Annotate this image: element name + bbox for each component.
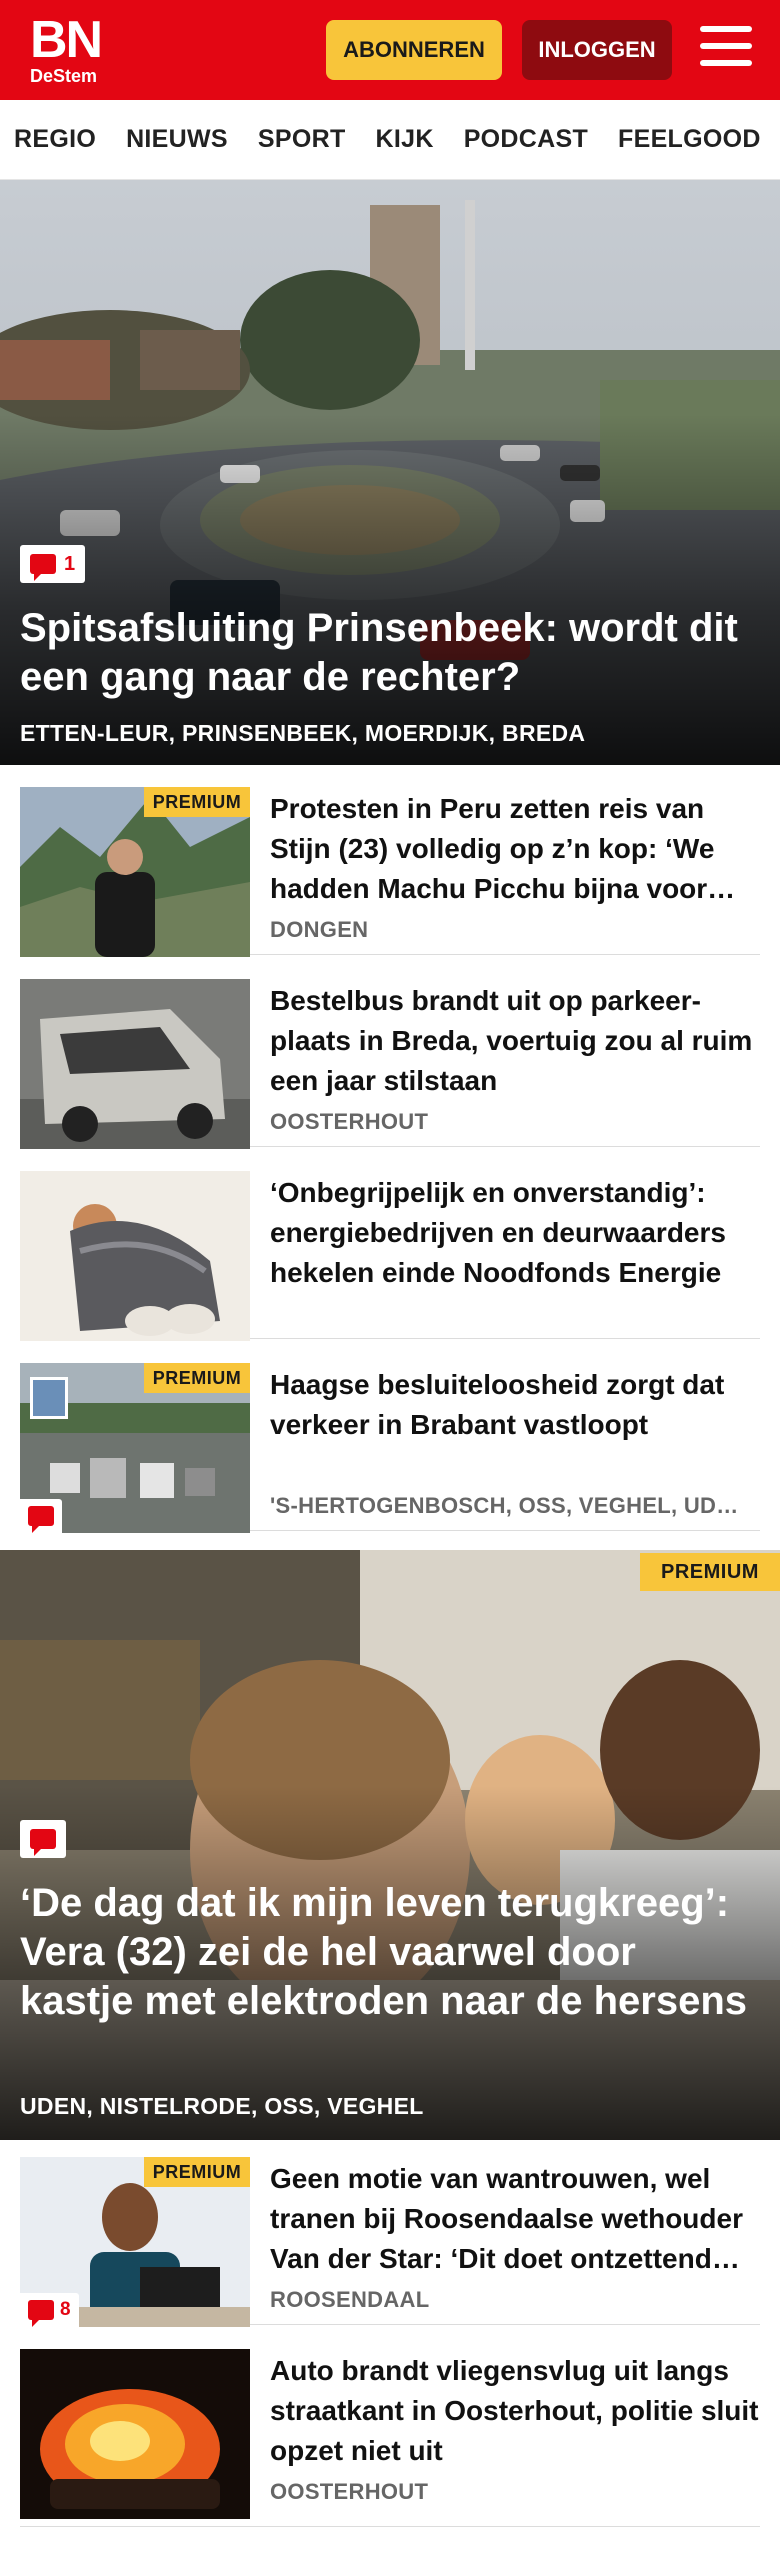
article-thumbnail: PREMIUM <box>20 787 250 957</box>
article-place: 'S-HERTOGENBOSCH, OSS, VEGHEL, UDEN <box>270 1493 740 1518</box>
hero-title[interactable]: ‘De dag dat ik mijn leven terugkreeg’: V… <box>20 1879 758 2026</box>
site-header: BN DeStem ABONNEREN INLOGGEN <box>0 0 780 100</box>
comment-badge[interactable] <box>20 1499 62 1533</box>
premium-badge: PREMIUM <box>144 787 250 817</box>
thumb-blanket <box>20 1171 250 1341</box>
list-item[interactable]: ‘Onbegrijpelijk en onverstandig’: energi… <box>20 1149 760 1341</box>
nav-item-nieuws[interactable]: NIEUWS <box>126 125 228 154</box>
hero-article-vera[interactable]: PREMIUM ‘De dag dat ik mijn leven terugk… <box>0 1550 780 2140</box>
article-headline[interactable]: Auto brandt vliegensvlug uit langs straa… <box>270 2351 760 2471</box>
comment-icon <box>28 2300 54 2327</box>
hero-locations: ETTEN-LEUR, PRINSENBEEK, MOERDIJK, BREDA <box>20 720 586 746</box>
article-place: DONGEN <box>270 917 369 942</box>
comment-count: 8 <box>60 2299 71 2320</box>
menu-icon[interactable] <box>700 26 752 72</box>
article-place: ROOSENDAAL <box>270 2287 430 2312</box>
hero-article-roundabout[interactable]: 1 Spitsafsluiting Prinsenbeek: wordt dit… <box>0 180 780 765</box>
article-thumbnail <box>20 1171 250 1341</box>
comment-icon <box>30 1829 56 1856</box>
article-headline[interactable]: Bestelbus brandt uit op parkeer­plaats i… <box>270 981 760 1101</box>
comment-icon <box>30 554 56 581</box>
subscribe-button[interactable]: ABONNEREN <box>326 20 502 80</box>
login-button[interactable]: INLOGGEN <box>522 20 672 80</box>
logo-text: BN <box>30 11 103 69</box>
premium-badge: PREMIUM <box>640 1553 780 1591</box>
hero-title[interactable]: Spitsafsluiting Prinsenbeek: wordt dit e… <box>20 604 758 702</box>
nav-item-feelgood[interactable]: FEELGOOD <box>618 125 761 154</box>
article-thumbnail <box>20 2349 250 2519</box>
article-thumbnail: PREMIUM 8 <box>20 2157 250 2327</box>
thumb-burnt-van <box>20 979 250 1149</box>
comment-badge[interactable] <box>20 1820 66 1858</box>
article-headline[interactable]: ‘Onbegrijpelijk en onverstandig’: energi… <box>270 1173 760 1293</box>
article-place: OOSTERHOUT <box>270 1109 429 1134</box>
article-thumbnail: PREMIUM <box>20 1363 250 1533</box>
premium-badge: PREMIUM <box>144 1363 250 1393</box>
thumb-car-fire <box>20 2349 250 2519</box>
comment-icon <box>28 1506 54 1533</box>
nav-item-podcast[interactable]: PODCAST <box>464 125 588 154</box>
comment-count: 1 <box>64 552 76 575</box>
list-item[interactable]: PREMIUM 8 Geen motie van wantrouwen, wel… <box>20 2135 760 2327</box>
site-logo[interactable]: BN DeStem <box>30 14 120 88</box>
list-item[interactable]: PREMIUM Protesten in Peru zetten reis va… <box>20 765 760 957</box>
article-headline[interactable]: Haagse besluiteloosheid zorgt dat verkee… <box>270 1365 760 1445</box>
comment-badge[interactable]: 8 <box>20 2293 79 2327</box>
list-item[interactable]: PREMIUM Haagse besluiteloosheid zorgt da… <box>20 1341 760 1533</box>
nav-item-kijk[interactable]: KIJK <box>376 125 434 154</box>
list-item[interactable]: Auto brandt vliegensvlug uit langs straa… <box>20 2327 760 2527</box>
logo-subtext: DeStem <box>30 66 98 86</box>
article-thumbnail <box>20 979 250 1149</box>
hero-locations: UDEN, NISTELRODE, OSS, VEGHEL <box>20 2093 424 2119</box>
list-item[interactable]: Bestelbus brandt uit op parkeer­plaats i… <box>20 957 760 1149</box>
article-headline[interactable]: Protesten in Peru zetten reis van Stijn … <box>270 789 760 909</box>
nav-item-sport[interactable]: SPORT <box>258 125 346 154</box>
category-nav: REGIO NIEUWS SPORT KIJK PODCAST FEELGOOD… <box>0 100 780 180</box>
article-headline[interactable]: Geen motie van wantrouwen, wel tranen bi… <box>270 2159 760 2279</box>
nav-item-regio[interactable]: REGIO <box>14 125 96 154</box>
comment-count-badge[interactable]: 1 <box>20 545 86 583</box>
article-place: OOSTERHOUT <box>270 2479 429 2504</box>
premium-badge: PREMIUM <box>144 2157 250 2187</box>
